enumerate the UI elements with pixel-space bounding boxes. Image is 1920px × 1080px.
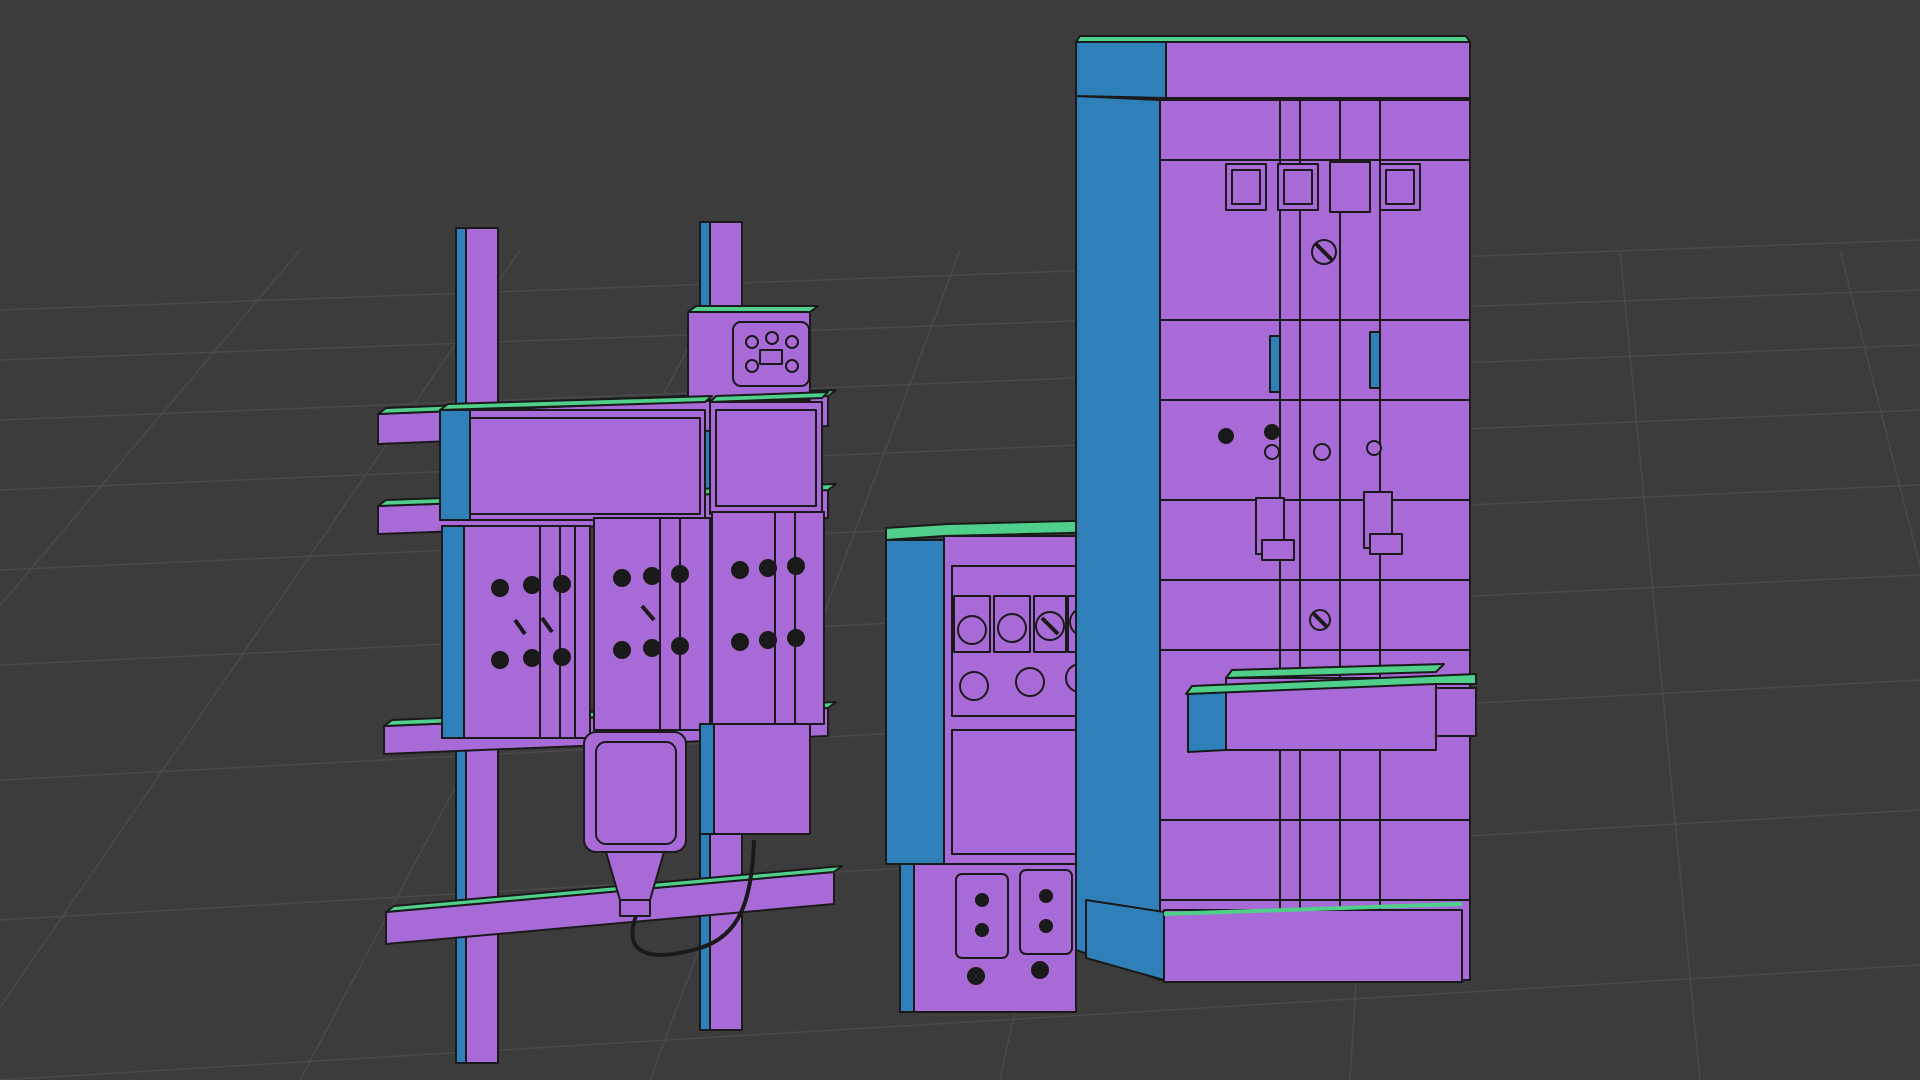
electrical-cabinet[interactable]	[1075, 35, 1477, 983]
cabinet-top-cap	[1075, 35, 1471, 99]
switch-module-3	[711, 511, 825, 725]
switch-module-1	[441, 525, 591, 739]
3d-viewport[interactable]	[0, 0, 1920, 1080]
cabinet-base-plinth	[1085, 899, 1463, 983]
switch-module-2	[593, 517, 711, 731]
control-box-base	[899, 863, 1077, 1013]
upper-enclosure-right	[709, 391, 829, 515]
junction-box-top	[687, 305, 819, 401]
lower-small-box	[699, 723, 811, 835]
cabinet-front-rail	[1185, 663, 1477, 753]
scene-canvas[interactable]	[0, 0, 1920, 1080]
upper-enclosure-left	[439, 395, 713, 521]
